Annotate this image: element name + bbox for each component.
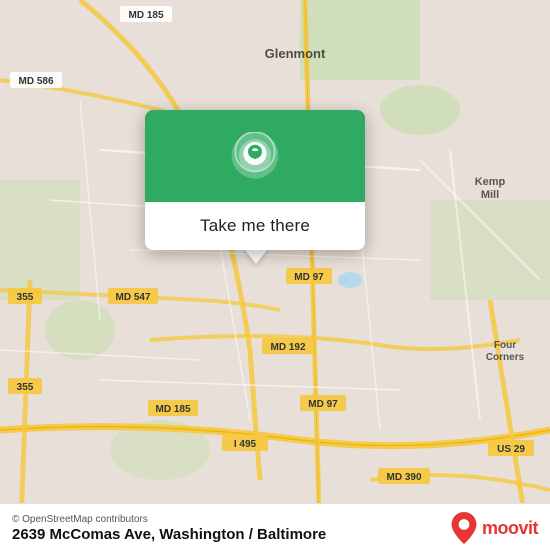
svg-text:Mill: Mill <box>481 189 499 201</box>
moovit-text: moovit <box>482 518 538 539</box>
moovit-pin-icon <box>450 512 478 544</box>
svg-text:Four: Four <box>494 340 516 351</box>
bottom-bar: © OpenStreetMap contributors 2639 McComa… <box>0 503 550 550</box>
svg-text:MD 547: MD 547 <box>115 292 150 303</box>
svg-text:Kemp: Kemp <box>475 176 506 188</box>
svg-text:MD 97: MD 97 <box>294 272 324 283</box>
svg-text:MD 192: MD 192 <box>270 342 305 353</box>
svg-text:MD 185: MD 185 <box>128 10 163 21</box>
popup-icon-area <box>145 110 365 202</box>
svg-text:355: 355 <box>17 292 34 303</box>
svg-text:355: 355 <box>17 382 34 393</box>
bottom-left: © OpenStreetMap contributors 2639 McComa… <box>12 514 326 543</box>
svg-text:MD 185: MD 185 <box>155 404 190 415</box>
svg-text:MD 97: MD 97 <box>308 399 338 410</box>
take-me-there-button[interactable]: Take me there <box>145 202 365 250</box>
svg-text:US 29: US 29 <box>497 444 525 455</box>
svg-text:Corners: Corners <box>486 352 525 363</box>
address-line: 2639 McComas Ave, Washington / Baltimore <box>12 526 326 543</box>
moovit-logo: moovit <box>450 512 538 544</box>
svg-text:MD 390: MD 390 <box>386 472 421 483</box>
popup-card: Take me there <box>145 110 365 250</box>
svg-text:Glenmont: Glenmont <box>265 46 326 61</box>
location-pin-icon <box>229 132 281 184</box>
svg-text:MD 586: MD 586 <box>18 76 53 87</box>
svg-text:I 495: I 495 <box>234 439 257 450</box>
map-svg: MD 185 MD 586 MD 97 MD 97 MD 547 MD 192 … <box>0 0 550 550</box>
map-attribution: © OpenStreetMap contributors <box>12 514 326 525</box>
map-container: MD 185 MD 586 MD 97 MD 97 MD 547 MD 192 … <box>0 0 550 550</box>
